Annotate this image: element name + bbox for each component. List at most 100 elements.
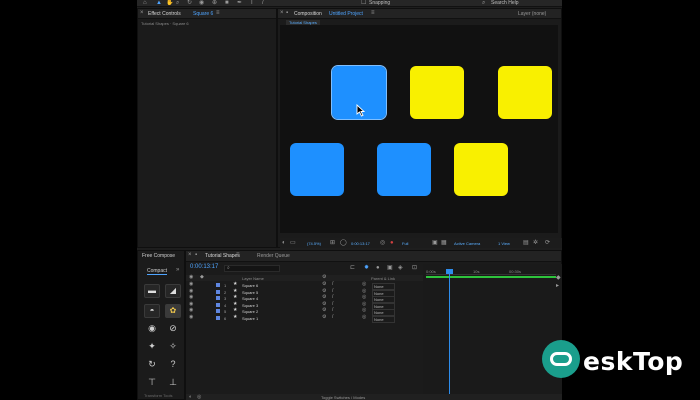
expand-icon[interactable]: » — [176, 267, 179, 274]
unpin-tool-button[interactable]: ✧ — [165, 339, 181, 353]
toggle-switches-modes[interactable]: Toggle Switches / Modes — [321, 395, 365, 400]
timeline-search-input[interactable]: ⌕ — [224, 265, 280, 272]
shy-layers-icon[interactable]: ● — [376, 265, 380, 272]
hide-tool-button[interactable]: ⊘ — [165, 321, 181, 335]
anchor-tool-button[interactable]: ⊤ — [144, 375, 160, 389]
layer-row[interactable]: ◉ 5 ★ Square 2 ⚙ / ◎ None — [186, 307, 423, 316]
draft-3d-icon[interactable]: ✸ — [364, 265, 369, 272]
render-time-icon[interactable]: ◐ — [189, 394, 192, 400]
layer-name-header[interactable]: Layer Name — [242, 276, 264, 281]
quality-switch-icon[interactable]: / — [332, 314, 333, 321]
merge-shapes-button[interactable]: ◓ — [144, 304, 160, 318]
grid-icon[interactable]: ⊞ — [330, 240, 335, 247]
pin-tool-button[interactable]: ✦ — [144, 339, 160, 353]
parent-pickwhip-icon[interactable]: ◎ — [362, 314, 366, 321]
square-bottom-middle[interactable] — [377, 143, 431, 196]
search-help-label[interactable]: Search Help — [491, 0, 519, 6]
layer-label-color[interactable] — [216, 283, 220, 287]
playhead-line[interactable] — [449, 269, 450, 400]
in-out-icon[interactable]: ◎ — [197, 394, 201, 400]
layer-label-color[interactable] — [216, 289, 220, 294]
snapshot-icon[interactable]: ◎ — [380, 240, 385, 247]
camera-select[interactable]: Active Camera — [454, 241, 480, 246]
distribute-tool-button[interactable]: ◢ — [165, 284, 181, 298]
close-icon[interactable]: × — [188, 252, 192, 259]
pan-behind-tool-icon[interactable]: ⊕ — [212, 0, 217, 7]
align-tool-button[interactable]: ▬ — [144, 284, 160, 298]
zoom-tool-icon[interactable]: ⌕ — [176, 0, 179, 7]
timeline-lock-icon[interactable]: ▪ — [195, 252, 197, 259]
bottom-anchor-tool-button[interactable]: ⊥ — [165, 375, 181, 389]
layer-row[interactable]: ◉ 3 ★ Square 4 ⚙ / ◎ None — [186, 294, 423, 303]
shape-tool-icon[interactable]: ■ — [225, 0, 229, 7]
layer-row[interactable]: ◉ 6 ★ Square 1 ⚙ / ◎ None — [186, 314, 423, 323]
home-icon[interactable]: ⌂ — [143, 0, 147, 7]
layer-row[interactable]: ◉ 4 ★ Square 3 ⚙ / ◎ None — [186, 301, 423, 310]
help-tool-button[interactable]: ? — [165, 357, 181, 371]
menu-icon[interactable]: ≡ — [236, 252, 240, 259]
exposure-icon[interactable]: ⟳ — [545, 240, 550, 247]
view-layout-select[interactable]: 1 View — [498, 241, 510, 246]
playhead-handle[interactable] — [446, 269, 453, 274]
camera-tool-icon[interactable]: ◉ — [199, 0, 204, 7]
viewer-timecode[interactable]: 0:00:13:17 — [351, 241, 370, 246]
type-tool-icon[interactable]: T — [250, 0, 254, 7]
layer-name[interactable]: Square 4 — [242, 296, 258, 301]
magnification-icon[interactable]: ▭ — [290, 240, 296, 247]
layer-name[interactable]: Square 3 — [242, 303, 258, 308]
shy-switch-icon[interactable]: ⚙ — [322, 314, 326, 321]
composition-viewer[interactable] — [280, 25, 558, 233]
visibility-tool-button[interactable]: ◉ — [144, 321, 160, 335]
square-top-right[interactable] — [498, 66, 552, 119]
layer-name[interactable]: Square 6 — [242, 283, 258, 288]
layer-row[interactable]: ◉ 2 ★ Square 5 ⚙ / ◎ None — [186, 288, 423, 297]
square-bottom-right[interactable] — [454, 143, 508, 196]
layer-label-color[interactable] — [216, 309, 220, 313]
hand-tool-icon[interactable]: ✋ — [166, 0, 173, 7]
menu-icon[interactable]: ≡ — [216, 10, 220, 17]
layer-label-color[interactable] — [216, 315, 220, 320]
show-channel-icon[interactable]: ● — [390, 240, 394, 247]
color-palette-button[interactable]: ✿ — [165, 304, 181, 318]
graph-editor-icon[interactable]: ⊡ — [412, 265, 417, 272]
square-top-middle[interactable] — [410, 66, 464, 119]
frame-blending-icon[interactable]: ▣ — [387, 265, 393, 272]
layer-name[interactable]: Square 2 — [242, 309, 258, 314]
mask-icon[interactable]: ◯ — [340, 240, 347, 247]
parent-link-header[interactable]: Parent & Link — [371, 276, 395, 281]
snapping-checkbox-icon[interactable]: ☐ — [361, 0, 366, 7]
eye-icon[interactable]: ◉ — [189, 314, 193, 321]
layer-name[interactable]: Square 1 — [242, 316, 258, 321]
layer-name[interactable]: Square 5 — [242, 290, 258, 295]
comp-marker-icon[interactable]: ◆ — [556, 275, 561, 282]
motion-blur-icon[interactable]: ◈ — [398, 265, 403, 272]
reset-exposure-icon[interactable]: ✲ — [533, 240, 538, 247]
rotate-tool-button[interactable]: ↻ — [144, 357, 160, 371]
effect-controls-tab[interactable]: Effect Controls — [148, 11, 181, 17]
render-queue-tab[interactable]: Render Queue — [257, 253, 290, 259]
lock-icon[interactable]: ▪ — [286, 10, 288, 17]
close-icon[interactable]: × — [280, 10, 284, 17]
search-icon[interactable]: ⌕ — [482, 0, 485, 7]
compact-tab[interactable]: Compact — [147, 268, 168, 275]
composition-tab[interactable]: Composition — [294, 11, 322, 17]
parent-select[interactable]: None — [372, 315, 395, 323]
square-bottom-left[interactable] — [290, 143, 344, 196]
menu-icon[interactable]: ≡ — [371, 10, 375, 17]
zoom-level[interactable]: (74.5%) — [307, 241, 321, 246]
region-of-interest-icon[interactable]: ▣ — [432, 240, 438, 247]
rotate-tool-icon[interactable]: ↻ — [187, 0, 192, 7]
layer-tab[interactable]: Layer (none) — [518, 11, 546, 17]
selection-tool-icon[interactable]: ▲ — [156, 0, 162, 7]
close-icon[interactable]: × — [140, 10, 144, 17]
transparency-grid-icon[interactable]: ▦ — [441, 240, 447, 247]
timeline-track-area[interactable] — [423, 264, 562, 400]
comp-button-icon[interactable]: ▸ — [556, 283, 559, 290]
pen-tool-icon[interactable]: ✒ — [237, 0, 242, 7]
resolution-select[interactable]: Full — [402, 241, 408, 246]
timeline-tab[interactable]: Tutorial Shapes — [205, 253, 240, 259]
always-preview-icon[interactable]: ◐ — [282, 240, 286, 247]
layer-row[interactable]: ◉ 1 ★ Square 6 ⚙ / ◎ None — [186, 281, 423, 290]
layer-label-color[interactable] — [216, 302, 220, 307]
work-area-bar[interactable] — [426, 276, 556, 278]
